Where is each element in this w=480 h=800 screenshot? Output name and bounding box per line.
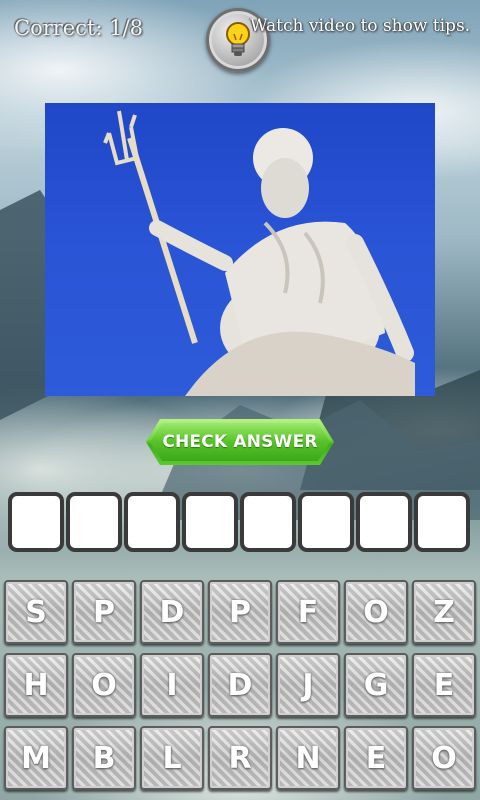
letter-key-label: J (302, 667, 314, 703)
letter-key[interactable]: S (4, 580, 68, 644)
check-answer-label: CHECK ANSWER (162, 432, 318, 452)
answer-slot[interactable] (124, 492, 180, 552)
letter-key-label: P (229, 594, 251, 630)
letter-key-label: M (21, 740, 51, 776)
answer-slot[interactable] (298, 492, 354, 552)
letter-key[interactable]: J (276, 653, 340, 717)
letter-key-label: N (295, 740, 321, 776)
letter-key[interactable]: H (4, 653, 68, 717)
letter-key[interactable]: I (140, 653, 204, 717)
puzzle-image (45, 103, 435, 396)
letter-key-label: B (92, 740, 116, 776)
answer-slot[interactable] (66, 492, 122, 552)
letter-key[interactable]: O (72, 653, 136, 717)
letter-key-label: D (227, 667, 253, 703)
letter-key-label: O (363, 594, 389, 630)
letter-key[interactable]: P (72, 580, 136, 644)
letter-key-label: D (159, 594, 185, 630)
answer-slot[interactable] (240, 492, 296, 552)
letter-key-label: G (363, 667, 389, 703)
letter-key[interactable]: E (412, 653, 476, 717)
poseidon-statue-image (103, 110, 415, 396)
letter-key[interactable]: R (208, 726, 272, 790)
letter-key-label: S (25, 594, 47, 630)
letter-key-label: H (23, 667, 49, 703)
letter-key-label: Z (433, 594, 455, 630)
letter-key-label: I (166, 667, 178, 703)
letter-key[interactable]: N (276, 726, 340, 790)
letter-key[interactable]: F (276, 580, 340, 644)
letter-key[interactable]: O (412, 726, 476, 790)
letter-key-label: L (162, 740, 182, 776)
watch-video-tips-link[interactable]: Watch video to show tips. (250, 16, 470, 36)
letter-key-label: O (431, 740, 457, 776)
letter-key[interactable]: M (4, 726, 68, 790)
letter-keyboard: S P D P F O Z H O I D J G E M B L R N E … (4, 580, 476, 794)
letter-key[interactable]: D (208, 653, 272, 717)
score-counter: Correct: 1/8 (14, 16, 143, 40)
letter-key-label: E (433, 667, 455, 703)
letter-key-label: O (91, 667, 117, 703)
lightbulb-icon (226, 22, 250, 56)
letter-key[interactable]: O (344, 580, 408, 644)
answer-slot[interactable] (356, 492, 412, 552)
letter-key[interactable]: L (140, 726, 204, 790)
top-bar: Correct: 1/8 Watch video to show tips. (0, 0, 480, 80)
letter-key[interactable]: P (208, 580, 272, 644)
answer-slot[interactable] (8, 492, 64, 552)
letter-key[interactable]: Z (412, 580, 476, 644)
letter-key-label: P (93, 594, 115, 630)
letter-key[interactable]: B (72, 726, 136, 790)
letter-key-label: E (365, 740, 387, 776)
letter-key[interactable]: D (140, 580, 204, 644)
answer-slot[interactable] (414, 492, 470, 552)
letter-key[interactable]: G (344, 653, 408, 717)
letter-key-label: R (228, 740, 252, 776)
letter-key-label: F (297, 594, 319, 630)
check-answer-button[interactable]: CHECK ANSWER (146, 419, 334, 465)
letter-key[interactable]: E (344, 726, 408, 790)
answer-slot[interactable] (182, 492, 238, 552)
answer-slots (8, 492, 472, 552)
